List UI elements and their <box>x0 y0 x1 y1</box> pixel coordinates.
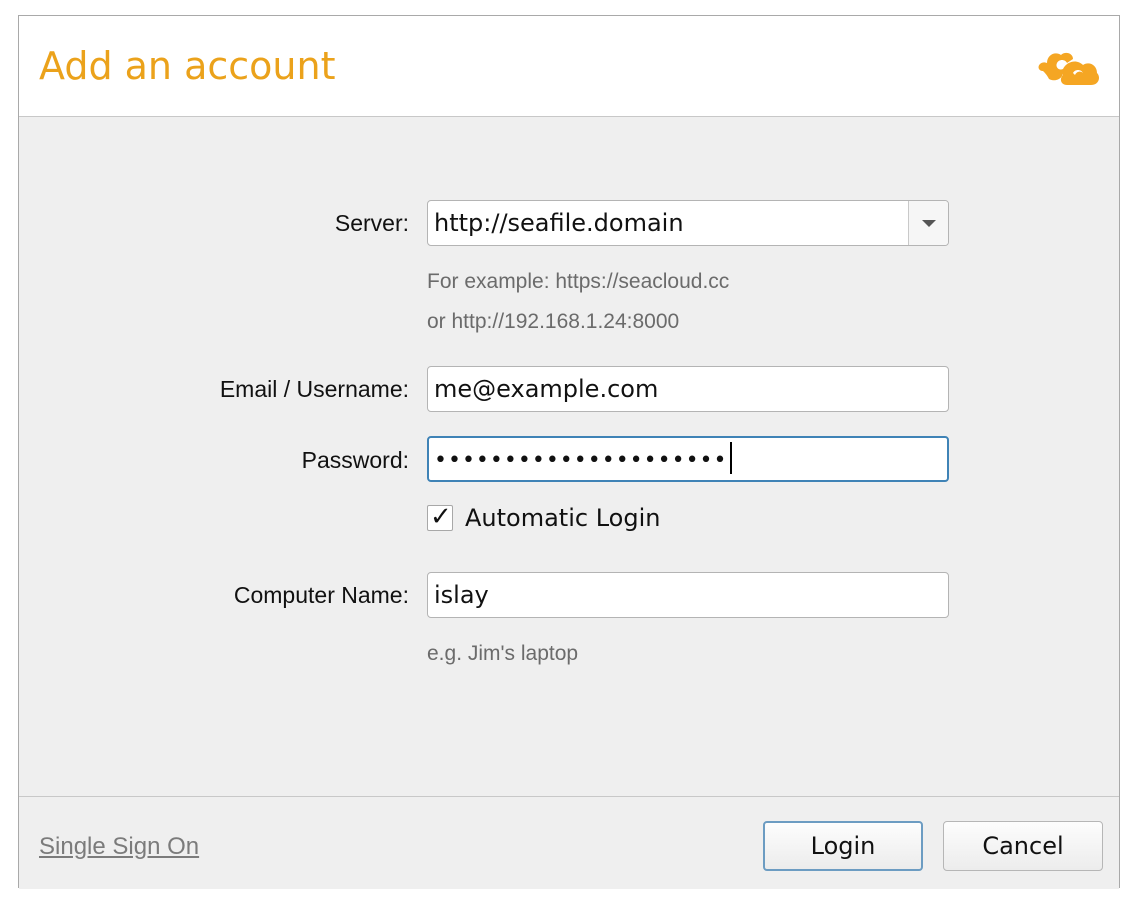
computer-name-hint: e.g. Jim's laptop <box>427 642 579 665</box>
automatic-login-checkbox[interactable]: ✓ <box>427 502 453 532</box>
email-label: Email / Username: <box>219 376 409 402</box>
email-value: me@example.com <box>434 375 659 403</box>
server-hint-line1: For example: https://seacloud.cc <box>427 270 730 293</box>
email-field[interactable]: me@example.com <box>427 366 949 412</box>
dialog-title: Add an account <box>39 44 336 88</box>
password-label: Password: <box>301 447 409 473</box>
computer-name-label: Computer Name: <box>233 582 409 608</box>
server-value: http://seafile.domain <box>434 209 684 237</box>
server-dropdown-button[interactable] <box>908 201 948 245</box>
dialog-header: Add an account <box>19 16 1119 117</box>
dialog-footer: Single Sign On Login Cancel <box>19 796 1119 889</box>
server-label: Server: <box>334 210 409 236</box>
seafile-cloud-logo-icon <box>1038 52 1099 85</box>
checkmark-icon: ✓ <box>430 502 452 532</box>
computer-name-field[interactable]: islay <box>427 572 949 618</box>
add-account-dialog: Add an account Server: http://seafile.do… <box>18 15 1120 889</box>
text-cursor <box>729 442 732 474</box>
password-field[interactable]: ••••••••••••••••••••• <box>427 436 949 482</box>
computer-name-value: islay <box>434 581 489 609</box>
automatic-login-label[interactable]: Automatic Login <box>465 503 660 533</box>
login-button[interactable]: Login <box>763 821 923 871</box>
server-hint-line2: or http://192.168.1.24:8000 <box>427 310 680 333</box>
server-combobox[interactable]: http://seafile.domain <box>427 200 949 246</box>
single-sign-on-link[interactable]: Single Sign On <box>39 832 199 862</box>
cancel-button[interactable]: Cancel <box>943 821 1103 871</box>
password-masked-value: ••••••••••••••••••••• <box>434 448 728 473</box>
chevron-down-icon <box>922 220 936 227</box>
